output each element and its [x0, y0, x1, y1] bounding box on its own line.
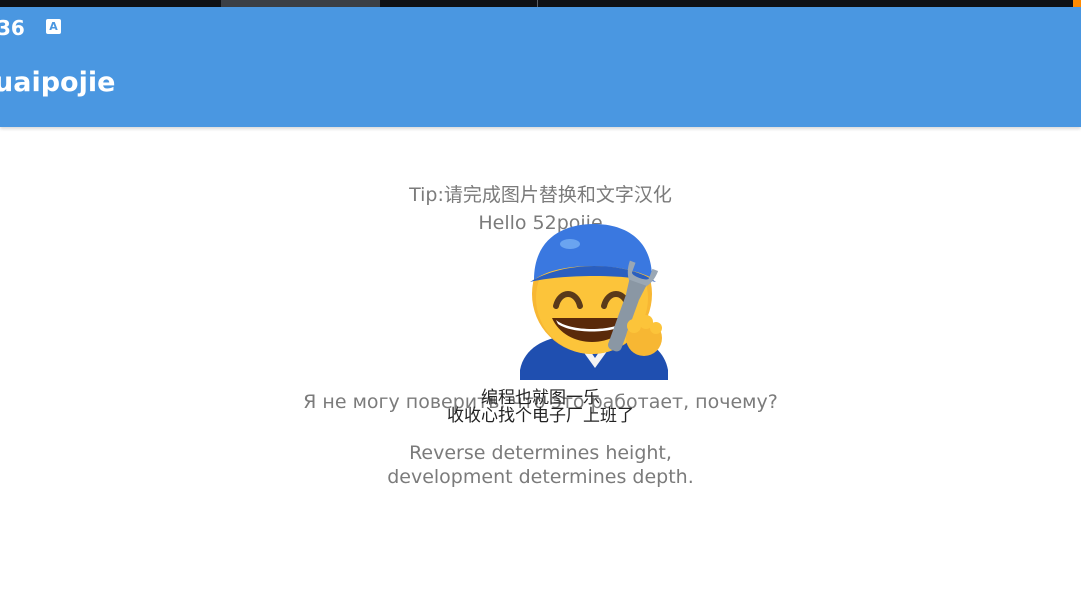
caption-line-2: 收收心找个电子厂上班了: [447, 406, 634, 426]
status-time: :36: [0, 16, 25, 40]
keyboard-a-icon: A: [46, 19, 61, 34]
app-bar: :36 A uaipojie: [0, 7, 1081, 127]
reverse-text-line-1: Reverse determines height,: [409, 442, 672, 464]
tip-text: Tip:请完成图片替换和文字汉化: [409, 184, 672, 206]
main-content: Tip:请完成图片替换和文字汉化 Hello 52pojie Я не могу…: [0, 127, 1081, 596]
app-title: uaipojie: [0, 67, 116, 98]
mechanic-emoji-icon: [510, 220, 680, 380]
system-top-strip: [0, 0, 1081, 7]
reverse-text-line-2: development determines depth.: [387, 466, 694, 488]
top-strip-segment: [221, 0, 380, 7]
top-strip-divider: [537, 0, 538, 7]
status-icon-letter: A: [49, 20, 58, 33]
top-strip-accent: [1073, 0, 1081, 7]
